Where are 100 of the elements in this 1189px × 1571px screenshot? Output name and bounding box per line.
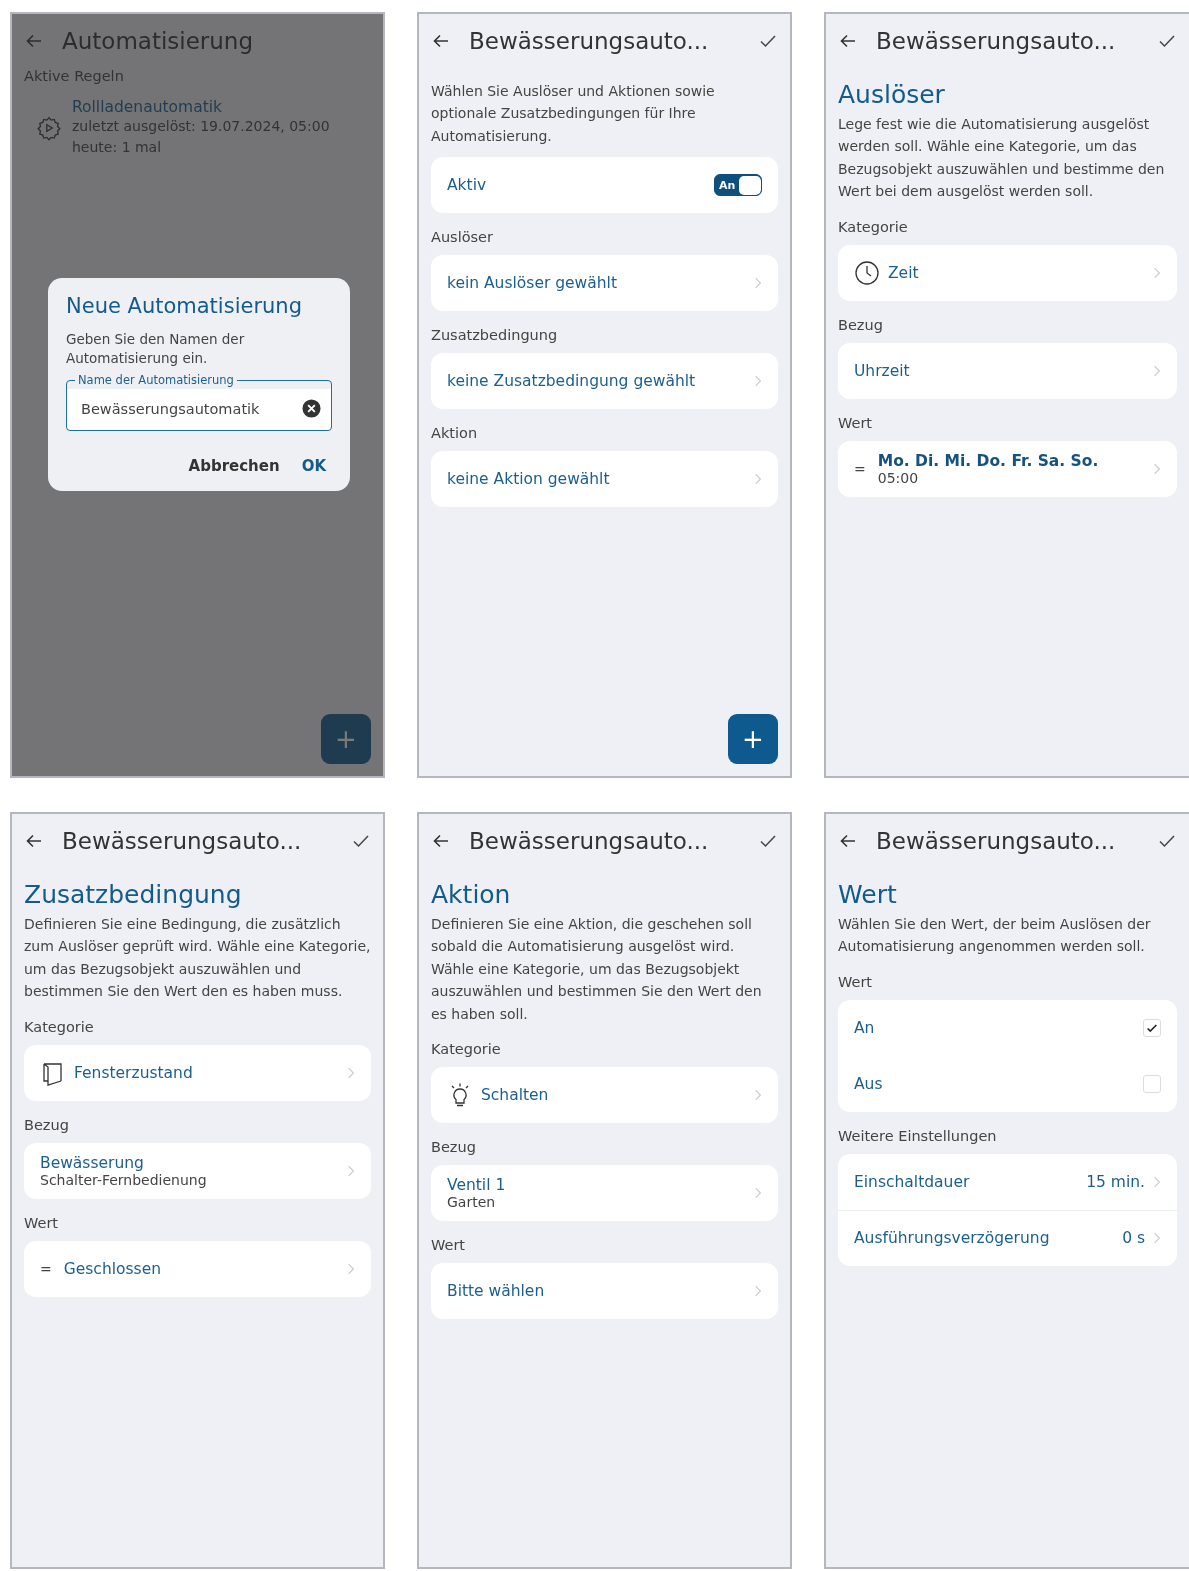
settings-row[interactable]: Zeit [838,244,1177,301]
row-label: Zeit [888,263,920,282]
settings-row[interactable]: Bitte wählen [431,1262,778,1319]
row-label: Ausführungsverzögerung [854,1229,1051,1248]
chevron-right-icon [1153,1231,1161,1246]
row-sublabel: Schalter-Fernbedienung [40,1171,208,1188]
row-label: Geschlossen [63,1259,162,1278]
group-label: Zusatzbedingung [431,327,559,344]
group-label: Wert [838,973,874,990]
intro-text: Lege fest wie die Automatisierung ausgelöst werden soll. Wähle eine Kategorie, um das Bezugsobjekt auszuwählen und bestimme den Wert bei dem ausgelöst werden soll. [838,115,1166,202]
row-label: Bewässerung [40,1153,145,1172]
section-heading: Auslöser [838,80,946,109]
row-label: Ventil 1 [447,1175,507,1194]
chevron-right-icon [754,1283,762,1298]
settings-row[interactable]: Fensterzustand [24,1044,371,1101]
group-label: Auslöser [431,229,494,246]
row-value: 0 s [1122,1229,1145,1248]
settings-row[interactable]: Aus [838,1055,1177,1112]
dialog-button[interactable]: OK [295,452,332,479]
row-label: Fensterzustand [74,1063,194,1082]
chevron-right-icon [754,1185,762,1200]
chevron-right-icon [1153,461,1161,476]
settings-row[interactable]: keine Aktion gewählt [431,451,778,508]
row-sublabel: 05:00 [877,469,920,486]
settings-row[interactable]: Aktiv An [431,157,778,214]
add-button[interactable]: + [728,714,778,764]
gear-play-icon [36,115,62,141]
chevron-right-icon [754,1087,762,1102]
settings-row[interactable]: Ventil 1 Garten [431,1164,778,1221]
settings-row[interactable]: kein Auslöser gewählt [431,255,778,312]
checkbox[interactable] [1143,1074,1161,1093]
group-label: Wert [431,1236,467,1253]
group-label: Bezug [838,316,884,333]
chevron-right-icon [1153,1174,1161,1189]
dialog-button[interactable]: Abbrechen [182,452,286,479]
chevron-right-icon [1153,363,1161,378]
rule-name: Rollladenautomatik [72,98,223,116]
chevron-right-icon [347,1065,355,1080]
section-heading: Wert [838,880,898,909]
row-label: Aktiv [447,176,488,195]
group-label: Kategorie [838,218,909,235]
checkbox[interactable] [1143,1018,1161,1037]
chevron-right-icon [754,276,762,291]
row-label: Mo. Di. Mi. Do. Fr. Sa. So. [877,451,1100,470]
screen-title: Automatisierung [62,28,254,54]
settings-row[interactable]: An [838,999,1177,1056]
chevron-right-icon [754,472,762,487]
dialog-text: Geben Sie den Namen der Automatisierung ein. [66,330,246,368]
intro-text: Wählen Sie den Wert, der beim Auslösen der Automatisierung angenommen werden soll. [838,915,1152,957]
row-label: keine Aktion gewählt [447,470,611,489]
settings-row[interactable]: Uhrzeit [838,342,1177,399]
group-label: Bezug [431,1138,477,1155]
screen-title: Bewässerungsauto... [876,828,1116,854]
equals-sign: = [40,1260,52,1277]
row-label: kein Auslöser gewählt [447,274,618,293]
intro-text: Wählen Sie Auslöser und Aktionen sowie optionale Zusatzbedingungen für Ihre Automatisierung. [431,82,716,146]
settings-row[interactable]: = Mo. Di. Mi. Do. Fr. Sa. So. 05:00 [838,440,1177,497]
dialog-title: Neue Automatisierung [66,294,303,318]
section-heading: Aktion [431,880,512,909]
chevron-right-icon [347,1163,355,1178]
chevron-right-icon [1153,265,1161,280]
section-label: Aktive Regeln [24,68,125,84]
group-label: Wert [838,414,874,431]
screen-title: Bewässerungsauto... [469,28,709,54]
chevron-right-icon [347,1261,355,1276]
clear-icon[interactable] [302,399,321,419]
row-label: Uhrzeit [854,361,911,380]
row-sublabel: Garten [447,1193,497,1210]
settings-row[interactable]: Schalten [431,1066,778,1123]
group-label: Aktion [431,425,479,442]
row-value: 15 min. [1086,1172,1145,1191]
row-label: Bitte wählen [447,1281,546,1300]
settings-row[interactable]: keine Zusatzbedingung gewählt [431,353,778,410]
intro-text: Definieren Sie eine Aktion, die geschehen soll sobald die Automatisierung ausgelöst wird. Wähle eine Kategorie, um das Bezugsobjekt auszuwählen und bestimmen Sie den Wert den es haben soll. [431,915,763,1024]
rule-detail: heute: 1 mal [72,138,163,157]
chevron-right-icon [754,374,762,389]
rule-detail: zuletzt ausgelöst: 19.07.2024, 05:00 [72,117,330,136]
row-label: Einschaltdauer [854,1172,971,1191]
settings-row[interactable]: Einschaltdauer 15 min. [838,1153,1177,1210]
screen-title: Bewässerungsauto... [876,28,1116,54]
toggle-switch[interactable]: An [714,174,762,197]
group-label: Kategorie [24,1018,95,1035]
settings-row[interactable]: = Geschlossen [24,1240,371,1297]
equals-sign: = [854,460,866,477]
settings-row[interactable]: Ausführungsverzögerung 0 s [838,1209,1177,1266]
group-label: Kategorie [431,1040,502,1057]
settings-row[interactable]: Bewässerung Schalter-Fernbedienung [24,1142,371,1199]
group-label: Weitere Einstellungen [838,1127,998,1144]
row-label: Aus [854,1074,884,1093]
clock-icon [854,259,880,286]
row-label: keine Zusatzbedingung gewählt [447,372,697,391]
row-label: An [854,1018,876,1037]
name-input-field[interactable]: Name der Automatisierung Bewässerungsautomatik [66,373,332,431]
row-label: Schalten [481,1085,550,1104]
intro-text: Definieren Sie eine Bedingung, die zusätzlich zum Auslöser geprüft wird. Wähle eine Kategorie, um das Bezugsobjekt auszuwählen und bestimmen Sie den Wert den es haben muss. [24,915,371,1002]
group-label: Wert [24,1214,60,1231]
section-heading: Zusatzbedingung [24,880,243,909]
group-label: Bezug [24,1116,70,1133]
screen-title: Bewässerungsauto... [62,828,302,854]
screen-title: Bewässerungsauto... [469,828,709,854]
